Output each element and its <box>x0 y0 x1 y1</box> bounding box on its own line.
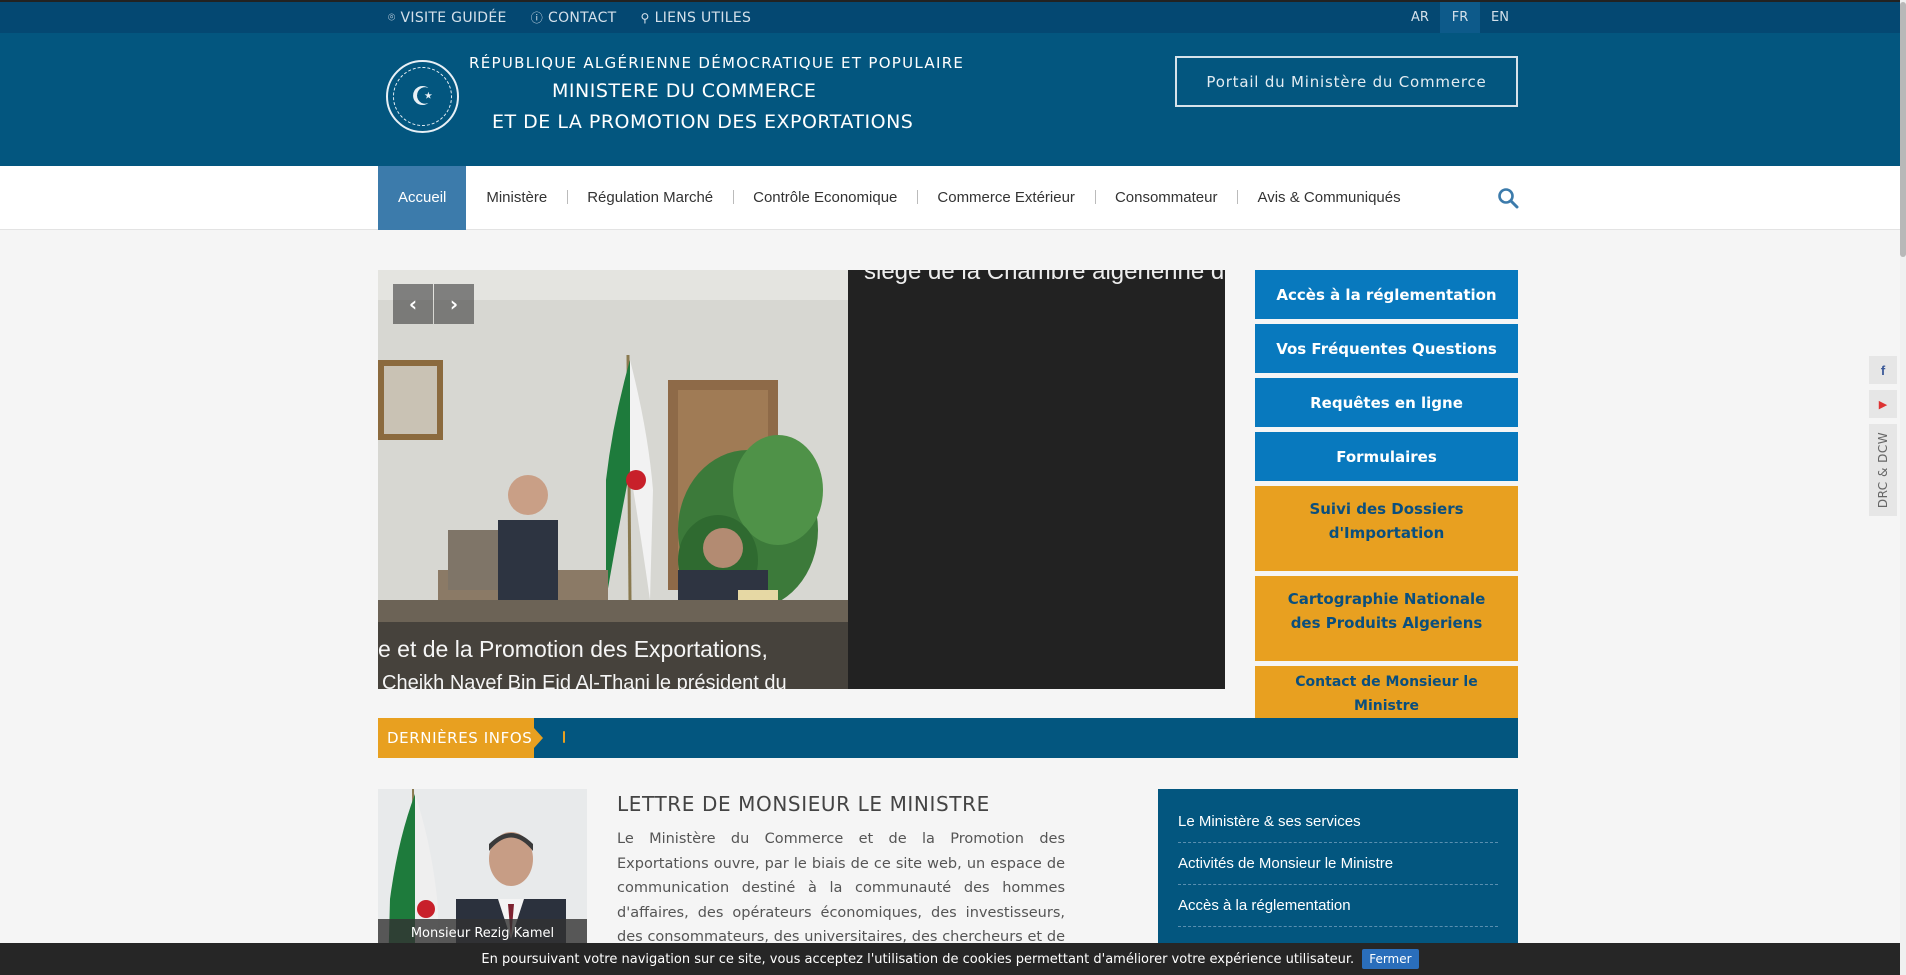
main-nav: Accueil Ministère Régulation Marché Cont… <box>0 166 1906 230</box>
quick-link-suivi-dossiers[interactable]: Suivi des Dossiers d'Importation <box>1255 486 1518 571</box>
info-icon: ⓘ <box>530 11 543 25</box>
useful-links-label: LIENS UTILES <box>654 9 752 26</box>
lang-ar[interactable]: AR <box>1400 2 1440 33</box>
nav-item-consommateur[interactable]: Consommateur <box>1094 166 1238 230</box>
side-item-activites-ministre[interactable]: Activités de Monsieur le Ministre <box>1178 843 1498 885</box>
ministry-title-line2: ET DE LA PROMOTION DES EXPORTATIONS <box>492 111 914 133</box>
social-floating-bar: f ▶ DRC & DCW <box>1869 356 1897 516</box>
news-ticker: DERNIÈRES INFOS <box>378 718 1518 758</box>
contact-link[interactable]: ⓘ CONTACT <box>531 9 617 26</box>
facebook-icon[interactable]: f <box>1869 356 1897 384</box>
quick-link-reglementation[interactable]: Accès à la réglementation <box>1255 270 1518 319</box>
slider-prev-button[interactable]: ‹ <box>393 284 433 324</box>
quick-link-faq[interactable]: Vos Fréquentes Questions <box>1255 324 1518 373</box>
quick-link-formulaires[interactable]: Formulaires <box>1255 432 1518 481</box>
news-slider[interactable]: siège de la Chambre algérienne de co e e… <box>378 270 1225 689</box>
quick-link-cartographie[interactable]: Cartographie Nationale des Produits Alge… <box>1255 576 1518 661</box>
link-icon: ⚲ <box>640 10 650 25</box>
chevron-right-icon: › <box>449 292 459 316</box>
slider-next-button[interactable]: › <box>434 284 474 324</box>
quick-link-requetes[interactable]: Requêtes en ligne <box>1255 378 1518 427</box>
nav-item-controle-economique[interactable]: Contrôle Economique <box>733 166 917 230</box>
language-switcher: AR FR EN <box>1400 2 1520 33</box>
search-icon[interactable] <box>1497 187 1519 209</box>
useful-links-link[interactable]: ⚲ LIENS UTILES <box>641 10 752 26</box>
contact-label: CONTACT <box>548 9 617 26</box>
side-item-reglementation[interactable]: Accès à la réglementation <box>1178 885 1498 927</box>
drc-dcw-tab[interactable]: DRC & DCW <box>1869 424 1897 516</box>
ticker-label: DERNIÈRES INFOS <box>378 718 543 758</box>
nav-item-commerce-exterieur[interactable]: Commerce Extérieur <box>917 166 1095 230</box>
guided-tour-label: VISITE GUIDÉE <box>400 9 507 26</box>
cookie-text: En poursuivant votre navigation sur ce s… <box>481 951 1355 967</box>
nav-item-regulation-marche[interactable]: Régulation Marché <box>567 166 733 230</box>
republic-title: RÉPUBLIQUE ALGÉRIENNE DÉMOCRATIQUE ET PO… <box>469 54 965 72</box>
nav-item-accueil[interactable]: Accueil <box>378 166 467 230</box>
cookie-banner: En poursuivant votre navigation sur ce s… <box>0 943 1900 975</box>
site-header: ☪ RÉPUBLIQUE ALGÉRIENNE DÉMOCRATIQUE ET … <box>0 33 1906 166</box>
top-links: ⌾ VISITE GUIDÉE ⓘ CONTACT ⚲ LIENS UTILES <box>388 2 751 33</box>
top-bar: ⌾ VISITE GUIDÉE ⓘ CONTACT ⚲ LIENS UTILES… <box>0 0 1906 33</box>
ministry-title-line1: MINISTERE DU COMMERCE <box>552 80 817 102</box>
nav-menu: Accueil Ministère Régulation Marché Cont… <box>378 166 1421 230</box>
seal-emblem-icon: ☪ <box>393 67 452 126</box>
slide-caption-line2: Cheikh Nayef Bin Eid Al-Thani le préside… <box>382 672 787 689</box>
side-item-ministere-services[interactable]: Le Ministère & ses services <box>1178 801 1498 843</box>
youtube-icon[interactable]: ▶ <box>1869 390 1897 418</box>
letter-title[interactable]: LETTRE DE MONSIEUR LE MINISTRE <box>617 792 990 816</box>
nav-item-avis-communiques[interactable]: Avis & Communiqués <box>1237 166 1420 230</box>
lang-fr[interactable]: FR <box>1440 2 1480 33</box>
map-pin-icon: ⌾ <box>388 10 396 24</box>
scrollbar-thumb[interactable] <box>1900 2 1906 257</box>
drc-dcw-label: DRC & DCW <box>1876 431 1890 509</box>
quick-link-contact-ministre[interactable]: Contact de Monsieur le Ministre kamel.re… <box>1255 666 1518 738</box>
ministry-portal-button[interactable]: Portail du Ministère du Commerce <box>1175 56 1518 107</box>
cookie-close-button[interactable]: Fermer <box>1362 949 1419 969</box>
nav-item-ministere[interactable]: Ministère <box>466 166 567 230</box>
quick-links: Accès à la réglementation Vos Fréquentes… <box>1255 270 1518 738</box>
ticker-marker <box>563 731 565 743</box>
chevron-left-icon: ‹ <box>408 292 418 316</box>
page-scrollbar[interactable] <box>1900 0 1906 975</box>
slide-headline[interactable]: siège de la Chambre algérienne de co <box>864 270 1225 286</box>
guided-tour-link[interactable]: ⌾ VISITE GUIDÉE <box>388 10 507 26</box>
slide-caption-line1: e et de la Promotion des Exportations, <box>378 636 768 662</box>
lang-en[interactable]: EN <box>1480 2 1520 33</box>
national-seal-logo[interactable]: ☪ <box>386 60 459 133</box>
